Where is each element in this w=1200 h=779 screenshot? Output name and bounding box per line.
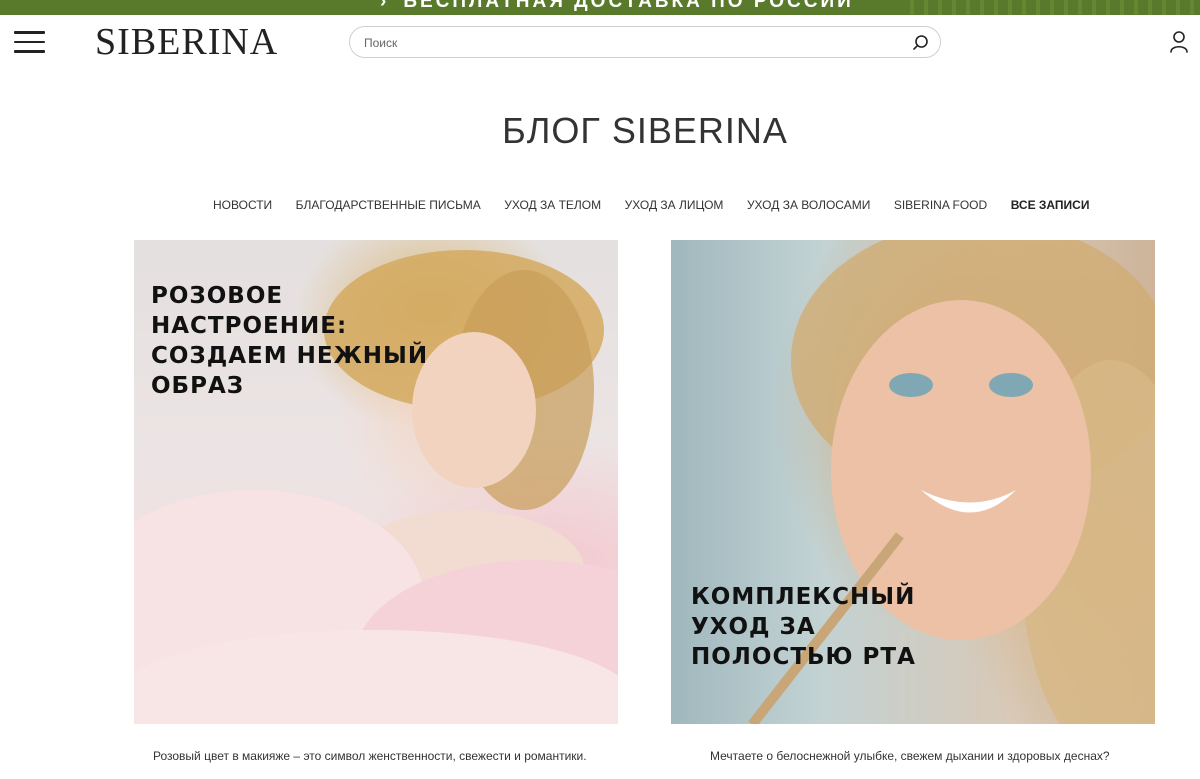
promo-banner[interactable]: › БЕСПЛАТНАЯ ДОСТАВКА ПО РОССИИ [0, 0, 1200, 15]
page-title: БЛОГ SIBERINA [502, 110, 788, 151]
search-bar [349, 26, 941, 58]
category-siberina-food[interactable]: SIBERINA FOOD [894, 197, 987, 213]
promo-text: › БЕСПЛАТНАЯ ДОСТАВКА ПО РОССИИ [380, 0, 854, 13]
post-card-oral-care[interactable]: КОМПЛЕКСНЫЙ УХОД ЗА ПОЛОСТЬЮ РТА [671, 240, 1155, 724]
post-card-pink-mood[interactable]: РОЗОВОЕ НАСТРОЕНИЕ: СОЗДАЕМ НЕЖНЫЙ ОБРАЗ [134, 240, 618, 724]
category-all-posts[interactable]: ВСЕ ЗАПИСИ [1011, 197, 1090, 213]
post-excerpt: Розовый цвет в макияже – это символ женс… [153, 749, 587, 763]
post-heading: РОЗОВОЕ НАСТРОЕНИЕ: СОЗДАЕМ НЕЖНЫЙ ОБРАЗ [151, 283, 429, 399]
category-body-care[interactable]: УХОД ЗА ТЕЛОМ [504, 197, 601, 213]
arrow-right-icon: › [380, 0, 390, 12]
menu-icon[interactable] [14, 31, 45, 53]
category-hair-care[interactable]: УХОД ЗА ВОЛОСАМИ [747, 197, 870, 213]
banner-ornament [900, 0, 1200, 15]
user-icon[interactable] [1168, 30, 1190, 54]
search-icon[interactable] [912, 34, 930, 52]
search-input[interactable] [364, 34, 904, 52]
promo-label: БЕСПЛАТНАЯ ДОСТАВКА ПО РОССИИ [403, 0, 854, 12]
category-face-care[interactable]: УХОД ЗА ЛИЦОМ [625, 197, 724, 213]
category-thank-you-letters[interactable]: БЛАГОДАРСТВЕННЫЕ ПИСЬМА [296, 197, 481, 213]
category-nav: НОВОСТИ БЛАГОДАРСТВЕННЫЕ ПИСЬМА УХОД ЗА … [213, 197, 1113, 213]
site-logo[interactable]: SIBERINA [95, 20, 278, 64]
category-news[interactable]: НОВОСТИ [213, 197, 272, 213]
post-excerpt: Мечтаете о белоснежной улыбке, свежем ды… [710, 749, 1110, 763]
post-heading: КОМПЛЕКСНЫЙ УХОД ЗА ПОЛОСТЬЮ РТА [691, 584, 916, 670]
